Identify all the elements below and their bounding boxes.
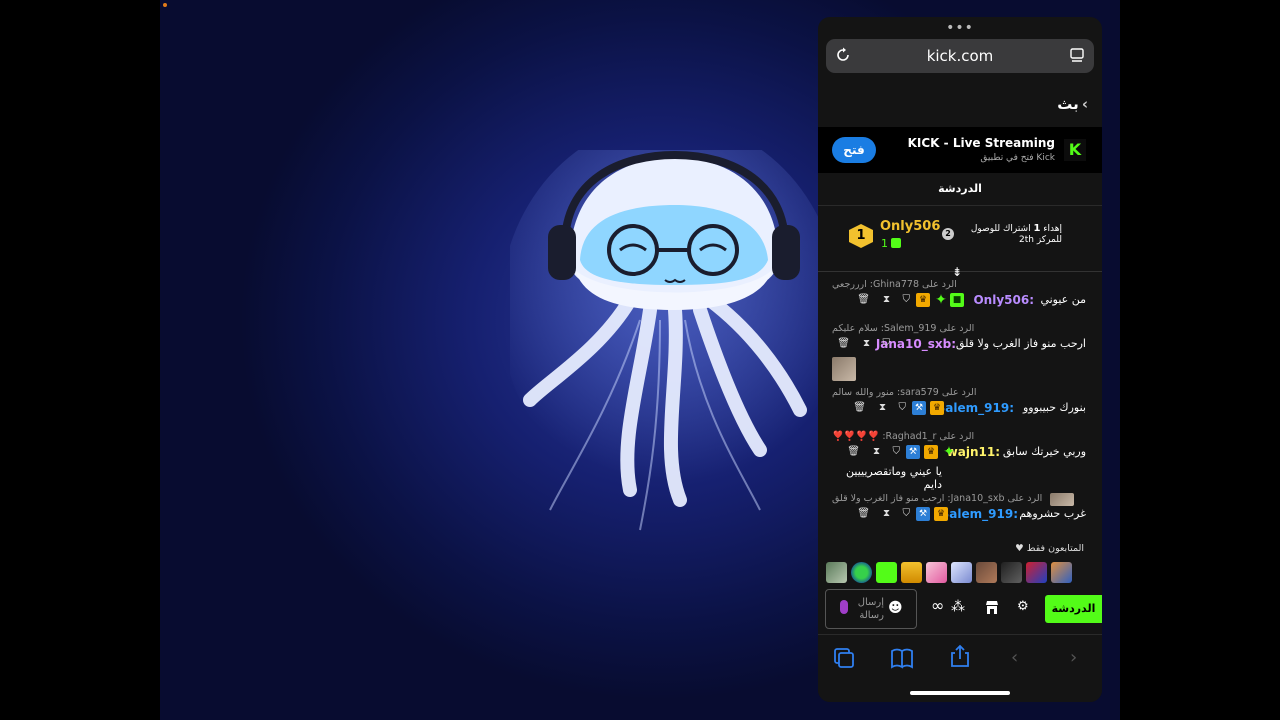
delete-icon[interactable]: 🗑 (853, 402, 866, 413)
gift-icon (891, 238, 901, 248)
reply-context[interactable]: الرد على Salem_919: سلام عليكم (832, 323, 1086, 334)
emote-button[interactable] (876, 562, 897, 583)
forward-arrow-icon[interactable]: › (1070, 647, 1077, 668)
timeout-icon[interactable]: ⧗ (879, 402, 886, 413)
reply-emote-image (1050, 493, 1074, 506)
tabs-icon[interactable] (833, 647, 855, 669)
timeout-icon[interactable]: ⧗ (873, 446, 880, 457)
shield-icon[interactable]: ⛉ (883, 338, 891, 349)
address-bar[interactable]: kick.com (826, 39, 1094, 73)
chat-send-button[interactable]: الدردشة (1045, 595, 1102, 623)
timeout-icon[interactable]: ⧗ (863, 338, 870, 349)
chat-message: الرد على sara579: منور والله سالم بنورك … (832, 387, 1086, 417)
message-username[interactable]: Salem_919: (941, 507, 1018, 521)
crown-badge-icon: ♛ (924, 445, 938, 459)
star-badge-icon: ✦ (943, 444, 955, 460)
emote-image (832, 357, 856, 381)
window-grabber-icon[interactable]: ••• (818, 21, 1102, 35)
shield-icon[interactable]: ⛉ (903, 508, 911, 519)
emote-bar (826, 562, 1094, 584)
chat-input-bar: إرسال رسالة ☻ ∞ ⁂ ⚙ الدردشة (818, 587, 1102, 633)
message-username[interactable]: Salem_919: (937, 401, 1014, 415)
emote-button[interactable] (1026, 562, 1047, 583)
message-text: وربي خيرتك سابق (1002, 445, 1086, 458)
heart-icon: ♥ (1015, 543, 1024, 554)
store-icon[interactable] (984, 599, 1000, 615)
star-badge-icon: ✦ (935, 292, 947, 308)
open-app-button[interactable]: فتح (832, 137, 876, 163)
back-label: بث (1057, 95, 1079, 113)
mic-icon[interactable] (840, 600, 848, 614)
back-link[interactable]: بث ‹ (1057, 95, 1088, 113)
followers-only-label: المتابعون فقط ♥ (1015, 543, 1084, 554)
moderator-badge-icon: ⚒ (916, 507, 930, 521)
browser-window: ••• kick.com بث ‹ فتح KICK - Live Streami… (818, 17, 1102, 702)
emote-button[interactable] (951, 562, 972, 583)
timeout-icon[interactable]: ⧗ (883, 508, 890, 519)
settings-icon[interactable]: ⚙ (1017, 599, 1029, 614)
chat-input[interactable]: إرسال رسالة ☻ (825, 589, 917, 629)
emote-button[interactable] (926, 562, 947, 583)
emote-button[interactable] (1001, 562, 1022, 583)
url-text[interactable]: kick.com (826, 47, 1094, 65)
crown-badge-icon: ♛ (930, 401, 944, 415)
app-title: KICK - Live Streaming (907, 136, 1055, 150)
collapse-icon[interactable]: ⇟ (952, 265, 962, 279)
reader-icon[interactable] (1069, 48, 1085, 63)
safari-toolbar: ‹ › (818, 634, 1102, 702)
kick-logo-icon: K (1064, 139, 1086, 161)
emote-button[interactable] (976, 562, 997, 583)
reply-context[interactable]: الرد على sara579: منور والله سالم (832, 387, 1086, 398)
home-indicator (910, 691, 1010, 695)
shield-icon[interactable]: ⛉ (899, 402, 907, 413)
emoji-icon[interactable]: ☻ (888, 600, 903, 616)
moderator-badge-icon: ⚒ (912, 401, 926, 415)
shield-icon[interactable]: ⛉ (903, 294, 911, 305)
delete-icon[interactable]: 🗑 (847, 446, 860, 457)
gift-badge-icon: ■ (950, 293, 964, 307)
chat-input-placeholder: إرسال رسالة (857, 597, 884, 621)
pinned-leader: 1 Only506 1 2 إهداء 1 اشتراك للوصول للمر… (818, 207, 1102, 271)
shield-icon[interactable]: ⛉ (893, 446, 901, 457)
message-continuation: يا عيني وماتقصريييين دايم (846, 465, 942, 491)
bookmarks-icon[interactable] (890, 647, 914, 669)
chevron-left-icon: ‹ (1081, 95, 1088, 113)
share-icon[interactable] (949, 644, 971, 668)
jellyfish-avatar (510, 150, 830, 531)
timeout-icon[interactable]: ⧗ (883, 294, 890, 305)
emote-button[interactable] (851, 562, 872, 583)
infinity-icon[interactable]: ∞ (931, 596, 944, 615)
chat-message: الرد على Ghina778: ارررجعي من عيوني Only… (832, 279, 1086, 309)
gift-prompt[interactable]: إهداء 1 اشتراك للوصول للمركز 2th (952, 223, 1062, 246)
message-text: من عيوني (1040, 293, 1086, 306)
moderator-badge-icon: ⚒ (906, 445, 920, 459)
delete-icon[interactable]: 🗑 (837, 338, 850, 349)
recording-indicator (163, 3, 167, 7)
gift-count: 1 (881, 237, 888, 250)
message-text: ارحب منو فاز الغرب ولا قلق (955, 337, 1086, 350)
message-username[interactable]: Only506: (973, 293, 1034, 307)
crown-badge-icon: ♛ (934, 507, 948, 521)
emote-button[interactable] (826, 562, 847, 583)
crown-badge-icon: ♛ (916, 293, 930, 307)
chat-message: الرد على Jana10_sxb: ارحب منو فاز الغرب … (832, 493, 1086, 523)
message-text: غرب حشروهم (1019, 507, 1086, 520)
emote-button[interactable] (1051, 562, 1072, 583)
reply-context[interactable]: الرد على Jana10_sxb: ارحب منو فاز الغرب … (832, 493, 1086, 504)
leader-username[interactable]: Only506 (880, 219, 940, 234)
chat-header: الدردشة (818, 179, 1102, 206)
delete-icon[interactable]: 🗑 (857, 508, 870, 519)
chat-message: الرد على Salem_919: سلام عليكم ارحب منو … (832, 323, 1086, 381)
message-text: بنورك حبيبووو (1022, 401, 1086, 414)
back-arrow-icon[interactable]: ‹ (1011, 647, 1018, 668)
reply-context[interactable]: الرد على Raghad1_r: ❣️❣️❣️❣️ (832, 431, 1086, 442)
chat-message: الرد على Raghad1_r: ❣️❣️❣️❣️ وربي خيرتك … (832, 431, 1086, 491)
app-subtitle: فتح في تطبيق Kick (980, 153, 1055, 163)
reply-context[interactable]: الرد على Ghina778: ارررجعي (832, 279, 1086, 290)
delete-icon[interactable]: 🗑 (857, 294, 870, 305)
emote-button[interactable] (901, 562, 922, 583)
app-banner: فتح KICK - Live Streaming فتح في تطبيق K… (818, 127, 1102, 173)
bubbles-icon[interactable]: ⁂ (951, 599, 965, 615)
rank-badge: 1 (849, 224, 873, 248)
